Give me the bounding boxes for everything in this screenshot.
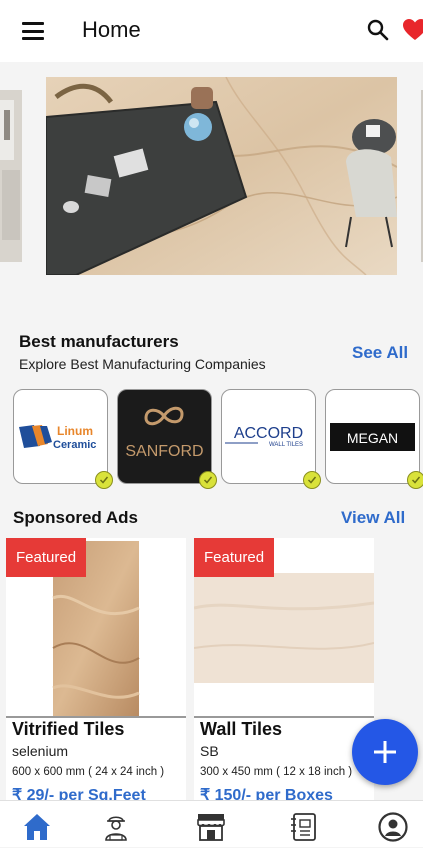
accord-logo: ACCORD WALL TILES <box>225 425 303 448</box>
manufacturers-subtitle: Explore Best Manufacturing Companies <box>19 356 266 372</box>
product-name: Wall Tiles <box>200 719 283 739</box>
nav-profile-icon[interactable] <box>377 811 409 843</box>
verified-badge-icon <box>95 471 113 489</box>
ad-card-vitrified-tiles[interactable]: Featured Vitrified Tiles selenium 600 x … <box>6 538 186 800</box>
ad-card-wall-tiles[interactable]: Featured Wall Tiles SB 300 x 450 mm ( 12… <box>194 538 374 800</box>
logo-megan-text: MEGAN <box>347 430 398 446</box>
logo-ceramic-text: Ceramic <box>53 439 96 451</box>
hamburger-menu-icon[interactable] <box>22 22 44 40</box>
manufacturer-card-accord[interactable]: ACCORD WALL TILES <box>221 389 321 489</box>
logo-wall-tiles-text: WALL TILES <box>269 442 303 448</box>
page-title: Home <box>82 17 141 42</box>
banner-slide-previous[interactable] <box>0 90 22 262</box>
logo-linum-text: Linum <box>57 424 93 438</box>
manufacturer-card-megan[interactable]: MEGAN <box>325 389 423 489</box>
product-price: ₹ 150/- per Boxes <box>200 787 333 800</box>
nav-store-icon[interactable] <box>195 811 227 843</box>
manufacturer-card-linum[interactable]: Linum Ceramic <box>13 389 113 489</box>
product-size: 300 x 450 mm ( 12 x 18 inch ) <box>200 766 353 778</box>
megan-logo: MEGAN <box>330 423 415 451</box>
view-all-sponsored-link[interactable]: View All <box>341 508 405 528</box>
product-brand: selenium <box>12 743 69 759</box>
add-button[interactable] <box>352 719 418 785</box>
nav-catalog-icon[interactable] <box>288 811 320 843</box>
nav-home-icon[interactable] <box>21 811 53 843</box>
app-bar: Home <box>0 0 423 62</box>
logo-sanford-text: SANFORD <box>125 443 203 460</box>
sponsored-ads-title: Sponsored Ads <box>13 508 138 527</box>
bottom-navigation <box>0 800 423 847</box>
verified-badge-icon <box>303 471 321 489</box>
logo-accord-text: ACCORD <box>234 425 303 442</box>
nav-worker-icon[interactable] <box>100 811 132 843</box>
product-brand: SB <box>200 743 219 759</box>
sanford-logo: SANFORD <box>125 406 204 460</box>
verified-badge-icon <box>199 471 217 489</box>
featured-badge: Featured <box>194 538 275 577</box>
heart-icon[interactable] <box>402 18 423 42</box>
search-icon[interactable] <box>366 18 390 42</box>
banner-carousel[interactable] <box>0 62 423 312</box>
see-all-manufacturers-link[interactable]: See All <box>352 343 408 363</box>
plus-icon <box>374 741 396 763</box>
product-price: ₹ 29/- per Sq.Feet <box>12 787 146 800</box>
featured-badge: Featured <box>6 538 87 577</box>
manufacturer-card-sanford[interactable]: SANFORD <box>117 389 217 489</box>
product-size: 600 x 600 mm ( 24 x 24 inch ) <box>12 766 165 778</box>
product-name: Vitrified Tiles <box>12 719 125 739</box>
banner-image[interactable] <box>46 77 397 275</box>
linum-ceramic-logo: Linum Ceramic <box>19 424 96 451</box>
manufacturers-title: Best manufacturers <box>19 332 179 351</box>
verified-badge-icon <box>407 471 423 489</box>
